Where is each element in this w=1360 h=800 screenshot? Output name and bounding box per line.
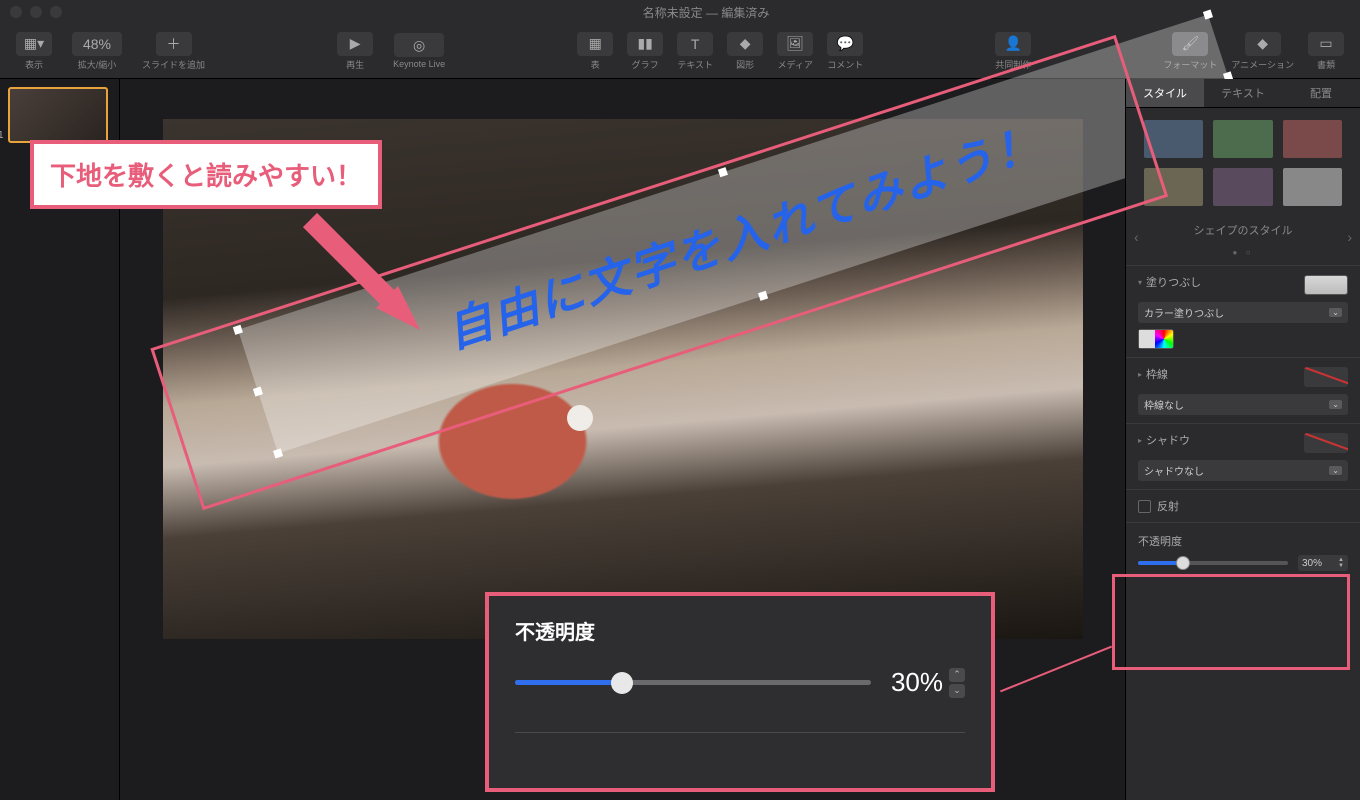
reflection-section: 反射	[1126, 489, 1360, 522]
opacity-value-field[interactable]: 30% ▲▼	[1298, 555, 1348, 571]
shape-icon: ◆	[727, 32, 763, 56]
shape-style-swatches	[1126, 108, 1360, 218]
text-icon: T	[677, 32, 713, 56]
shadow-section: シャドウ シャドウなし⌄	[1126, 423, 1360, 489]
opacity-value-zoom[interactable]: 30% ⌃⌄	[891, 667, 965, 698]
tab-text[interactable]: テキスト	[1204, 79, 1282, 107]
window-title: 名称未設定 — 編集済み	[62, 4, 1350, 21]
minimize-icon[interactable]	[30, 6, 42, 18]
zoom-button[interactable]: 48% 拡大/縮小	[66, 30, 128, 73]
table-button[interactable]: ▦表	[571, 30, 619, 73]
slider-knob[interactable]	[1176, 556, 1190, 570]
color-wheel-icon[interactable]	[1155, 330, 1173, 348]
document-icon: ▭	[1308, 32, 1344, 56]
tab-style[interactable]: スタイル	[1126, 79, 1204, 107]
add-slide-button[interactable]: ＋ スライドを追加	[136, 30, 211, 73]
collab-button[interactable]: 👤共同制作	[989, 30, 1037, 73]
style-swatch[interactable]	[1213, 168, 1272, 206]
slide-thumbnail-1[interactable]	[8, 87, 108, 143]
opacity-label: 不透明度	[1138, 533, 1348, 549]
table-icon: ▦	[577, 32, 613, 56]
format-inspector: スタイル テキスト 配置 ‹ › シェイプのスタイル ● ○ 塗りつぶし カラー…	[1125, 79, 1360, 800]
annotation-arrow-icon	[290, 210, 440, 340]
tab-arrange[interactable]: 配置	[1282, 79, 1360, 107]
style-swatch[interactable]	[1144, 168, 1203, 206]
opacity-slider-zoom[interactable]	[515, 680, 871, 685]
border-header[interactable]: 枠線	[1138, 366, 1168, 382]
collab-icon: 👤	[995, 32, 1031, 56]
slider-knob[interactable]	[611, 672, 633, 694]
fill-section: 塗りつぶし カラー塗りつぶし⌄	[1126, 265, 1360, 357]
animation-button[interactable]: ◆アニメーション	[1225, 30, 1300, 73]
view-icon: ▦▾	[16, 32, 52, 56]
stepper-icon[interactable]: ⌃⌄	[949, 668, 965, 698]
style-swatch[interactable]	[1283, 168, 1342, 206]
fill-color-well[interactable]	[1138, 329, 1174, 349]
text-button[interactable]: Tテキスト	[671, 30, 719, 73]
chart-button[interactable]: ▮▮グラフ	[621, 30, 669, 73]
shape-button[interactable]: ◆図形	[721, 30, 769, 73]
reflection-checkbox[interactable]: 反射	[1138, 498, 1348, 514]
annotation-callout: 下地を敷くと読みやすい！	[30, 140, 382, 209]
fill-header[interactable]: 塗りつぶし	[1138, 274, 1201, 290]
opacity-title: 不透明度	[515, 616, 965, 645]
shadow-preview[interactable]	[1304, 433, 1348, 453]
opacity-slider[interactable]	[1138, 561, 1288, 565]
opacity-panel-zoom: 不透明度 30% ⌃⌄	[485, 592, 995, 792]
play-icon: ▶	[337, 32, 373, 56]
shadow-header[interactable]: シャドウ	[1138, 432, 1190, 448]
plus-icon: ＋	[156, 32, 192, 56]
traffic-lights[interactable]	[10, 6, 62, 18]
stepper-icon[interactable]: ▲▼	[1338, 557, 1344, 569]
style-swatch[interactable]	[1283, 120, 1342, 158]
shadow-mode-select[interactable]: シャドウなし⌄	[1138, 460, 1348, 481]
diamond-icon: ◆	[1245, 32, 1281, 56]
document-button[interactable]: ▭書類	[1302, 30, 1350, 73]
media-button[interactable]: 🖼メディア	[771, 30, 819, 73]
chart-icon: ▮▮	[627, 32, 663, 56]
border-preview[interactable]	[1304, 367, 1348, 387]
fill-mode-select[interactable]: カラー塗りつぶし⌄	[1138, 302, 1348, 323]
view-button[interactable]: ▦▾ 表示	[10, 30, 58, 73]
zoom-value: 48%	[72, 32, 122, 56]
style-swatch[interactable]	[1144, 120, 1203, 158]
style-swatch[interactable]	[1213, 120, 1272, 158]
broadcast-icon: ◎	[394, 33, 444, 57]
fill-preview[interactable]	[1304, 275, 1348, 295]
window-titlebar: 名称未設定 — 編集済み	[0, 0, 1360, 24]
keynote-live-button[interactable]: ◎ Keynote Live	[387, 31, 451, 71]
close-icon[interactable]	[10, 6, 22, 18]
style-next-icon[interactable]: ›	[1347, 229, 1352, 245]
fullscreen-icon[interactable]	[50, 6, 62, 18]
checkbox-icon[interactable]	[1138, 500, 1151, 513]
page-dots: ● ○	[1126, 248, 1360, 265]
shape-style-label: シェイプのスタイル	[1126, 218, 1360, 248]
play-button[interactable]: ▶ 再生	[331, 30, 379, 73]
comment-button[interactable]: 💬コメント	[821, 30, 869, 73]
style-prev-icon[interactable]: ‹	[1134, 229, 1139, 245]
media-icon: 🖼	[777, 32, 813, 56]
comment-icon: 💬	[827, 32, 863, 56]
border-section: 枠線 枠線なし⌄	[1126, 357, 1360, 423]
border-mode-select[interactable]: 枠線なし⌄	[1138, 394, 1348, 415]
opacity-section: 不透明度 30% ▲▼	[1126, 522, 1360, 581]
inspector-tabs: スタイル テキスト 配置	[1126, 79, 1360, 108]
